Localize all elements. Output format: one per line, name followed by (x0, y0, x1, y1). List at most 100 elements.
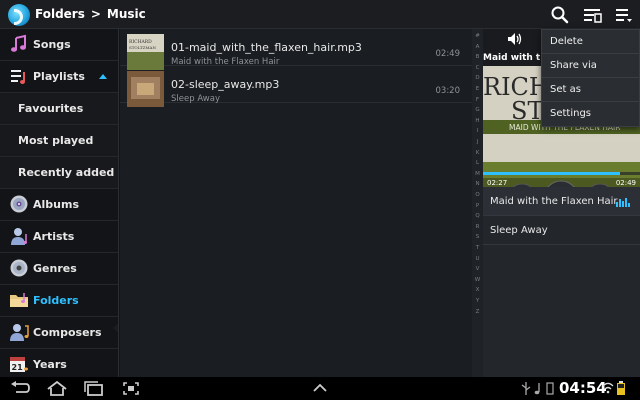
alpha-index-letter[interactable]: U (472, 256, 483, 262)
device-status-icon (546, 382, 554, 395)
sidebar-item-composers[interactable]: Composers (0, 317, 118, 349)
track-duration: 02:49 (435, 49, 461, 59)
track-title: 02-sleep_away.mp3 (171, 78, 280, 91)
composer-icon (10, 324, 29, 341)
menu-item-label: Set as (550, 84, 581, 95)
alpha-index-letter[interactable]: J (472, 139, 483, 145)
alpha-index-letter[interactable]: O (472, 192, 483, 198)
sidebar-item-label: Most played (18, 134, 94, 147)
sidebar-item-playlists[interactable]: Playlists (0, 61, 118, 93)
sidebar-item-artists[interactable]: Artists (0, 221, 118, 253)
sidebar-item-albums[interactable]: Albums (0, 189, 118, 221)
sidebar-item-label: Favourites (18, 102, 84, 115)
alpha-index-letter[interactable]: B (472, 54, 483, 60)
home-icon[interactable] (45, 380, 69, 397)
sidebar-item-label: Playlists (33, 70, 85, 83)
system-navigation-bar: 04:54 (0, 377, 640, 400)
alpha-index-letter[interactable]: T (472, 245, 483, 251)
search-icon[interactable] (549, 5, 571, 25)
folder-icon (10, 293, 28, 307)
alpha-index-letter[interactable]: R (472, 224, 483, 230)
progress-fill (483, 172, 620, 175)
cd-icon (10, 259, 28, 277)
calendar-icon: 21 (10, 357, 28, 372)
list-item[interactable]: 02-sleep_away.mp3 Sleep Away 03:20 (120, 66, 472, 107)
music-note-icon (11, 34, 26, 52)
alpha-index-letter[interactable]: L (472, 160, 483, 166)
menu-item-share-via[interactable]: Share via (542, 54, 639, 78)
selection-pointer (113, 322, 118, 334)
progress-bar[interactable] (483, 172, 640, 175)
sidebar-item-years[interactable]: 21 Years (0, 349, 118, 377)
status-clock: 04:54 (559, 379, 607, 397)
track-list: RICHARD STOLTZMAN 01-maid_with_the_flaxe… (120, 29, 472, 377)
menu-item-label: Settings (550, 108, 592, 119)
filter-icon[interactable] (581, 5, 603, 25)
menu-item-label: Share via (550, 60, 597, 71)
menu-item-label: Delete (550, 36, 583, 47)
sidebar-item-label: Recently added (18, 166, 115, 179)
alpha-index-letter[interactable]: Q (472, 213, 483, 219)
album-art-thumbnail: RICHARD STOLTZMAN (127, 34, 164, 70)
music-app-icon[interactable] (8, 4, 30, 26)
screenshot-icon[interactable] (119, 380, 143, 397)
alpha-index-letter[interactable]: Z (472, 309, 483, 315)
alpha-index-letter[interactable]: S (472, 234, 483, 240)
alpha-index-letter[interactable]: N (472, 181, 483, 187)
sidebar-item-label: Albums (33, 198, 79, 211)
sidebar-item-label: Genres (33, 262, 77, 275)
alpha-index-letter[interactable]: G (472, 107, 483, 113)
alpha-index-letter[interactable]: K (472, 150, 483, 156)
queue-item-title: Maid with the Flaxen Hair (490, 196, 618, 207)
alpha-index-letter[interactable]: H (472, 118, 483, 124)
thumb-text-2: STOLTZMAN (129, 45, 156, 50)
sidebar-item-songs[interactable]: Songs (0, 29, 118, 61)
menu-icon[interactable] (612, 5, 634, 25)
music-app: Folders > Music Songs Playlists Favourit… (0, 0, 640, 400)
volume-icon[interactable] (507, 32, 523, 46)
recent-apps-icon[interactable] (82, 380, 106, 397)
alpha-index-letter[interactable]: A (472, 44, 483, 50)
alpha-index-letter[interactable]: W (472, 277, 483, 283)
alpha-index-letter[interactable]: M (472, 171, 483, 177)
sidebar-item-genres[interactable]: Genres (0, 253, 118, 285)
list-item[interactable]: RICHARD STOLTZMAN 01-maid_with_the_flaxe… (120, 29, 472, 70)
alpha-index-letter[interactable]: E (472, 86, 483, 92)
sidebar-item-recently-added[interactable]: Recently added (0, 157, 118, 189)
alpha-index-letter[interactable]: # (472, 33, 483, 39)
alpha-index-letter[interactable]: F (472, 97, 483, 103)
track-title: 01-maid_with_the_flaxen_hair.mp3 (171, 41, 362, 54)
alpha-index-letter[interactable]: P (472, 203, 483, 209)
sidebar-item-label: Composers (33, 326, 102, 339)
alpha-index-letter[interactable]: Y (472, 298, 483, 304)
menu-item-delete[interactable]: Delete (542, 30, 639, 54)
total-time: 02:49 (615, 179, 636, 187)
back-icon[interactable] (8, 380, 32, 397)
chevron-up-icon[interactable] (308, 380, 332, 397)
queue-item-current[interactable]: Maid with the Flaxen Hair (483, 187, 640, 216)
sidebar-item-folders[interactable]: Folders (0, 285, 118, 317)
sidebar-item-favourites[interactable]: Favourites (0, 93, 118, 125)
breadcrumb-separator: > (90, 7, 101, 21)
alpha-index-letter[interactable]: V (472, 266, 483, 272)
alpha-index-letter[interactable]: C (472, 65, 483, 71)
breadcrumb-music: Music (106, 7, 146, 21)
alpha-index-letter[interactable]: D (472, 75, 483, 81)
breadcrumb: Folders > Music (35, 7, 146, 21)
overflow-menu: Delete Share via Set as Settings (541, 29, 640, 127)
sidebar-item-most-played[interactable]: Most played (0, 125, 118, 157)
track-subtitle: Sleep Away (171, 94, 220, 104)
alpha-index-letter[interactable]: I (472, 128, 483, 134)
wifi-icon (602, 382, 614, 394)
alphabet-index[interactable]: # A B C D E F G H I J K L M N O P Q R S T U V W X Y Z (472, 29, 483, 377)
breadcrumb-folders[interactable]: Folders (35, 7, 85, 21)
menu-item-settings[interactable]: Settings (542, 102, 639, 126)
top-bar: Folders > Music (0, 0, 640, 29)
menu-item-set-as[interactable]: Set as (542, 78, 639, 102)
elapsed-time: 02:27 (487, 179, 508, 187)
queue-item[interactable]: Sleep Away (483, 216, 640, 245)
playlist-icon (11, 70, 25, 84)
alpha-index-letter[interactable]: X (472, 287, 483, 293)
track-duration: 03:20 (435, 86, 461, 96)
calendar-date-text: 21 (12, 363, 24, 372)
